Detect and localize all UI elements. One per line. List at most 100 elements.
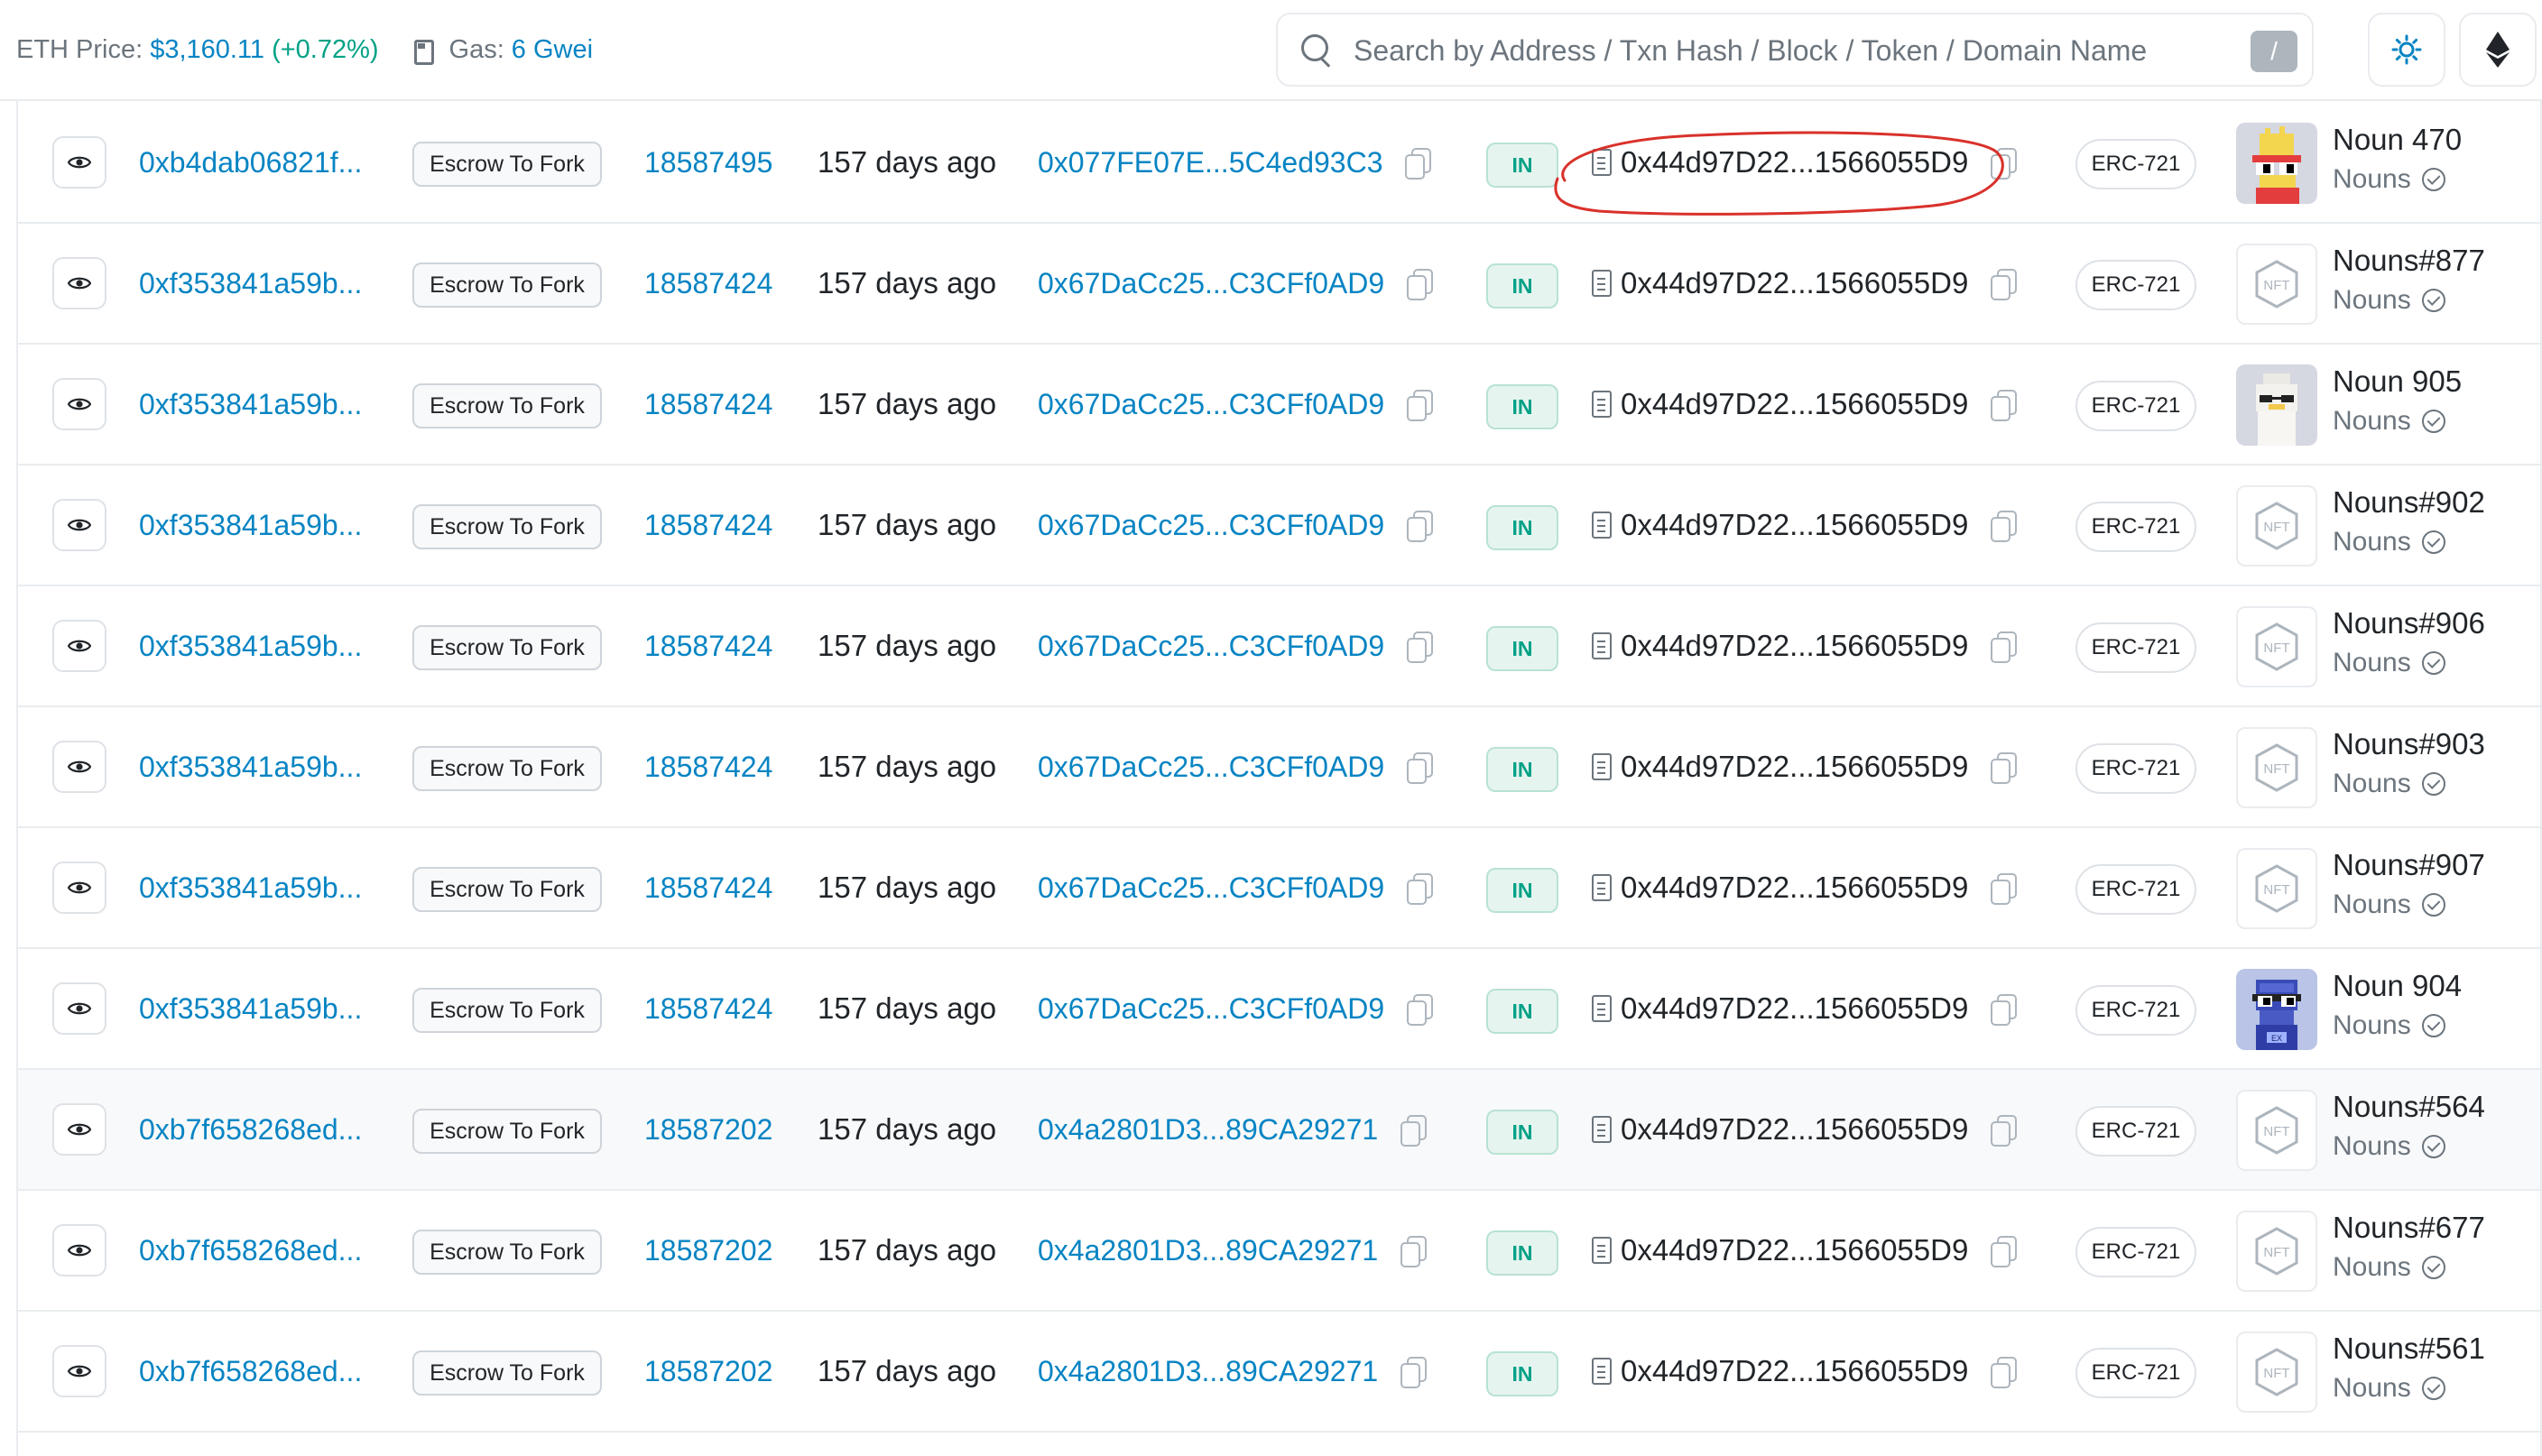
nft-placeholder-icon[interactable]: NFT <box>2236 606 2317 687</box>
block-link[interactable]: 18587424 <box>644 992 772 1026</box>
txn-hash-link[interactable]: 0xf353841a59b... <box>139 388 362 421</box>
copy-icon[interactable] <box>1400 1357 1428 1388</box>
view-details-button[interactable] <box>52 1103 106 1156</box>
from-address-link[interactable]: 0x67DaCc25...C3CFf0AD9 <box>1038 751 1384 784</box>
nft-collection-name[interactable]: Nouns <box>2333 1373 2411 1404</box>
copy-icon[interactable] <box>1990 511 2018 542</box>
copy-icon[interactable] <box>1406 390 1434 421</box>
to-address[interactable]: 0x44d97D22...1566055D9 <box>1621 750 1968 784</box>
copy-icon[interactable] <box>1404 148 1432 180</box>
txn-hash-link[interactable]: 0xf353841a59b... <box>139 871 362 905</box>
nft-placeholder-icon[interactable]: NFT <box>2236 848 2317 929</box>
block-link[interactable]: 18587424 <box>644 751 772 784</box>
from-address-link[interactable]: 0x67DaCc25...C3CFf0AD9 <box>1038 388 1384 421</box>
theme-toggle-button[interactable] <box>2368 13 2445 87</box>
nft-item-name[interactable]: Nouns#564 <box>2333 1090 2485 1124</box>
nft-item-name[interactable]: Nouns#902 <box>2333 485 2485 520</box>
nft-placeholder-icon[interactable]: NFT <box>2236 1090 2317 1171</box>
copy-icon[interactable] <box>1406 994 1434 1026</box>
nft-thumbnail[interactable] <box>2236 123 2317 204</box>
nft-collection-name[interactable]: Nouns <box>2333 285 2411 316</box>
nft-item-name[interactable]: Nouns#903 <box>2333 727 2485 761</box>
search-input[interactable] <box>1354 23 2202 78</box>
copy-icon[interactable] <box>1406 752 1434 784</box>
from-address-link[interactable]: 0x67DaCc25...C3CFf0AD9 <box>1038 509 1384 542</box>
view-details-button[interactable] <box>52 1224 106 1276</box>
txn-hash-link[interactable]: 0xf353841a59b... <box>139 630 362 663</box>
copy-icon[interactable] <box>1990 1357 2018 1388</box>
nft-collection-name[interactable]: Nouns <box>2333 164 2411 195</box>
view-details-button[interactable] <box>52 1345 106 1397</box>
view-details-button[interactable] <box>52 982 106 1035</box>
nft-item-name[interactable]: Noun 905 <box>2333 364 2462 399</box>
txn-hash-link[interactable]: 0xb7f658268ed... <box>139 1355 362 1388</box>
view-details-button[interactable] <box>52 136 106 189</box>
nft-item-name[interactable]: Nouns#677 <box>2333 1211 2485 1245</box>
nft-collection-name[interactable]: Nouns <box>2333 1131 2411 1162</box>
block-link[interactable]: 18587424 <box>644 267 772 300</box>
nft-collection-name[interactable]: Nouns <box>2333 1252 2411 1283</box>
block-link[interactable]: 18587202 <box>644 1234 772 1267</box>
copy-icon[interactable] <box>1406 511 1434 542</box>
to-address[interactable]: 0x44d97D22...1566055D9 <box>1621 629 1968 663</box>
nft-placeholder-icon[interactable]: NFT <box>2236 727 2317 808</box>
copy-icon[interactable] <box>1990 873 2018 905</box>
copy-icon[interactable] <box>1990 752 2018 784</box>
copy-icon[interactable] <box>1406 269 1434 300</box>
to-address[interactable]: 0x44d97D22...1566055D9 <box>1621 145 1968 180</box>
copy-icon[interactable] <box>1400 1236 1428 1267</box>
txn-hash-link[interactable]: 0xb7f658268ed... <box>139 1113 362 1147</box>
from-address-link[interactable]: 0x4a2801D3...89CA29271 <box>1038 1113 1378 1147</box>
nft-placeholder-icon[interactable]: NFT <box>2236 244 2317 325</box>
nft-collection-name[interactable]: Nouns <box>2333 527 2411 558</box>
nft-item-name[interactable]: Nouns#907 <box>2333 848 2485 882</box>
nft-collection-name[interactable]: Nouns <box>2333 406 2411 437</box>
nft-thumbnail[interactable] <box>2236 364 2317 446</box>
txn-hash-link[interactable]: 0xb7f658268ed... <box>139 1234 362 1267</box>
to-address[interactable]: 0x44d97D22...1566055D9 <box>1621 871 1968 905</box>
to-address[interactable]: 0x44d97D22...1566055D9 <box>1621 1233 1968 1267</box>
txn-hash-link[interactable]: 0xf353841a59b... <box>139 267 362 300</box>
nft-collection-name[interactable]: Nouns <box>2333 648 2411 678</box>
to-address[interactable]: 0x44d97D22...1566055D9 <box>1621 387 1968 421</box>
nft-thumbnail[interactable]: EX <box>2236 969 2317 1050</box>
from-address-link[interactable]: 0x077FE07E...5C4ed93C3 <box>1038 146 1382 180</box>
from-address-link[interactable]: 0x67DaCc25...C3CFf0AD9 <box>1038 992 1384 1026</box>
view-details-button[interactable] <box>52 499 106 551</box>
from-address-link[interactable]: 0x4a2801D3...89CA29271 <box>1038 1234 1378 1267</box>
to-address[interactable]: 0x44d97D22...1566055D9 <box>1621 266 1968 300</box>
block-link[interactable]: 18587424 <box>644 630 772 663</box>
txn-hash-link[interactable]: 0xb4dab06821f... <box>139 146 362 180</box>
block-link[interactable]: 18587495 <box>644 146 772 180</box>
nft-placeholder-icon[interactable]: NFT <box>2236 1332 2317 1413</box>
view-details-button[interactable] <box>52 378 106 430</box>
copy-icon[interactable] <box>1990 994 2018 1026</box>
nft-item-name[interactable]: Nouns#906 <box>2333 606 2485 640</box>
copy-icon[interactable] <box>1406 873 1434 905</box>
nft-item-name[interactable]: Nouns#877 <box>2333 244 2485 278</box>
block-link[interactable]: 18587424 <box>644 871 772 905</box>
from-address-link[interactable]: 0x67DaCc25...C3CFf0AD9 <box>1038 871 1384 905</box>
copy-icon[interactable] <box>1990 631 2018 663</box>
view-details-button[interactable] <box>52 862 106 914</box>
txn-hash-link[interactable]: 0xf353841a59b... <box>139 751 362 784</box>
view-details-button[interactable] <box>52 620 106 672</box>
nft-item-name[interactable]: Nouns#561 <box>2333 1332 2485 1366</box>
copy-icon[interactable] <box>1406 631 1434 663</box>
block-link[interactable]: 18587202 <box>644 1355 772 1388</box>
copy-icon[interactable] <box>1990 148 2018 180</box>
txn-hash-link[interactable]: 0xf353841a59b... <box>139 992 362 1026</box>
block-link[interactable]: 18587424 <box>644 388 772 421</box>
view-details-button[interactable] <box>52 741 106 793</box>
copy-icon[interactable] <box>1990 390 2018 421</box>
from-address-link[interactable]: 0x4a2801D3...89CA29271 <box>1038 1355 1378 1388</box>
nft-placeholder-icon[interactable]: NFT <box>2236 1211 2317 1292</box>
to-address[interactable]: 0x44d97D22...1566055D9 <box>1621 1354 1968 1388</box>
block-link[interactable]: 18587424 <box>644 509 772 542</box>
nft-item-name[interactable]: Noun 904 <box>2333 969 2462 1003</box>
to-address[interactable]: 0x44d97D22...1566055D9 <box>1621 1112 1968 1147</box>
block-link[interactable]: 18587202 <box>644 1113 772 1147</box>
eth-price-value[interactable]: $3,160.11 <box>150 35 264 65</box>
to-address[interactable]: 0x44d97D22...1566055D9 <box>1621 508 1968 542</box>
copy-icon[interactable] <box>1990 1236 2018 1267</box>
